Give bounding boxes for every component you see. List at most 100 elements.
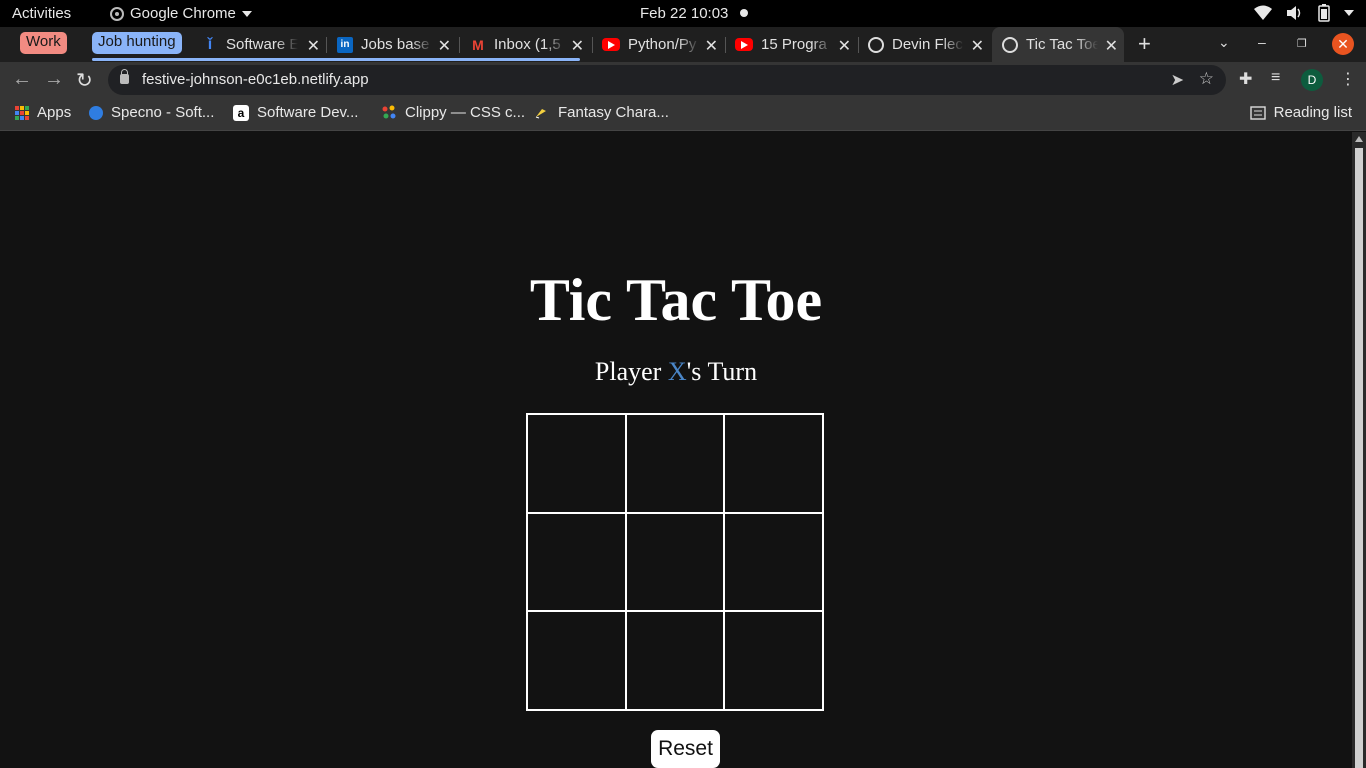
turn-suffix: 's Turn xyxy=(686,357,758,386)
reading-list-label: Reading list xyxy=(1273,104,1352,121)
tab-inbox[interactable]: M Inbox (1,5 ✕ xyxy=(470,27,590,62)
battery-icon xyxy=(1318,4,1330,22)
clippy-icon xyxy=(382,105,396,118)
lock-icon[interactable] xyxy=(120,69,129,84)
tab-title: Tic Tac Toe xyxy=(1026,36,1098,53)
tab-15-programming[interactable]: 15 Progra ✕ xyxy=(735,27,857,62)
clock[interactable]: Feb 22 10:03 xyxy=(640,5,728,22)
gmail-icon: M xyxy=(472,36,484,53)
close-tab-icon[interactable]: ✕ xyxy=(1105,36,1118,56)
tab-separator xyxy=(858,37,859,53)
notification-dot xyxy=(740,9,748,17)
bookmark-fantasy[interactable]: Fantasy Chara... xyxy=(534,104,669,121)
close-tab-icon[interactable]: ✕ xyxy=(571,36,584,56)
app-menu[interactable]: Google Chrome xyxy=(110,5,252,22)
tab-separator xyxy=(725,37,726,53)
tab-group-job-hunting[interactable]: Job hunting xyxy=(92,32,182,54)
minimize-button[interactable]: – xyxy=(1258,34,1266,50)
new-tab-button[interactable]: + xyxy=(1138,31,1151,57)
linkedin-icon: in xyxy=(337,36,353,53)
turn-prefix: Player xyxy=(594,357,668,386)
board-cell-5[interactable] xyxy=(625,512,725,612)
window-close-button[interactable]: ✕ xyxy=(1332,33,1354,55)
game-board xyxy=(526,413,824,711)
close-tab-icon[interactable]: ✕ xyxy=(971,36,984,56)
tab-separator xyxy=(459,37,460,53)
info-icon: ǐ xyxy=(207,35,213,53)
browser-toolbar: ← → ↻ festive-johnson-e0c1eb.netlify.app… xyxy=(0,62,1366,98)
board-cell-9[interactable] xyxy=(724,611,823,710)
bookmark-label: Fantasy Chara... xyxy=(558,104,669,121)
bookmark-label: Clippy — CSS c... xyxy=(405,104,526,121)
system-top-bar: Activities Google Chrome Feb 22 10:03 xyxy=(0,0,1366,27)
reload-button[interactable]: ↻ xyxy=(76,68,93,93)
bookmark-label: Apps xyxy=(37,104,72,121)
url-text[interactable]: festive-johnson-e0c1eb.netlify.app xyxy=(142,71,369,88)
system-tray[interactable] xyxy=(1254,4,1354,22)
tab-search-icon[interactable]: ⌄ xyxy=(1218,34,1230,51)
bookmark-apps[interactable]: Apps xyxy=(15,104,71,121)
globe-icon xyxy=(1002,36,1018,53)
app-menu-label: Google Chrome xyxy=(130,5,236,22)
address-bar[interactable]: festive-johnson-e0c1eb.netlify.app ➤ ☆ xyxy=(108,65,1226,95)
reading-list-button[interactable]: Reading list xyxy=(1249,104,1352,121)
tab-title: 15 Progra xyxy=(761,36,827,53)
bookmark-star-icon[interactable]: ☆ xyxy=(1199,69,1214,89)
profile-avatar[interactable]: D xyxy=(1301,69,1323,91)
tab-separator xyxy=(592,37,593,53)
board-cell-4[interactable] xyxy=(527,512,626,612)
restore-button[interactable]: ❐ xyxy=(1297,37,1307,50)
tab-title: Jobs base xyxy=(361,36,430,53)
chrome-icon xyxy=(110,6,124,21)
page-title: Tic Tac Toe xyxy=(529,267,823,333)
close-tab-icon[interactable]: ✕ xyxy=(705,36,718,56)
tab-software[interactable]: ǐ Software E ✕ xyxy=(202,27,326,62)
board-cell-8[interactable] xyxy=(625,611,725,710)
board-cell-3[interactable] xyxy=(724,414,823,513)
bookmark-clippy[interactable]: Clippy — CSS c... xyxy=(381,104,525,121)
board-cell-7[interactable] xyxy=(527,611,626,710)
tab-devin[interactable]: Devin Flec ✕ xyxy=(868,27,990,62)
tab-python[interactable]: Python/Py ✕ xyxy=(602,27,724,62)
tab-title: Inbox (1,5 xyxy=(494,36,561,53)
tab-tic-tac-toe[interactable]: Tic Tac Toe ✕ xyxy=(992,27,1124,62)
board-cell-6[interactable] xyxy=(724,512,823,612)
current-player: X xyxy=(667,357,687,386)
scrollbar-thumb[interactable] xyxy=(1355,148,1363,768)
media-queue-icon[interactable]: ≡ xyxy=(1271,69,1280,87)
system-menu-caret-icon xyxy=(1344,10,1354,16)
turn-indicator: Player X's Turn xyxy=(0,357,1352,387)
activities-button[interactable]: Activities xyxy=(12,5,71,22)
extensions-icon[interactable]: ✚ xyxy=(1239,69,1252,89)
close-tab-icon[interactable]: ✕ xyxy=(838,36,851,56)
caret-down-icon xyxy=(241,10,252,17)
fantasy-icon xyxy=(535,108,546,118)
reset-button[interactable]: Reset xyxy=(651,730,720,768)
scroll-up-arrow-icon[interactable] xyxy=(1355,136,1363,142)
bookmark-label: Specno - Soft... xyxy=(111,104,215,121)
tab-jobs[interactable]: in Jobs base ✕ xyxy=(337,27,457,62)
wifi-icon xyxy=(1254,5,1272,20)
youtube-icon xyxy=(735,38,753,51)
bookmark-specno[interactable]: Specno - Soft... xyxy=(89,104,214,121)
bookmarks-bar: Apps Specno - Soft... a Software Dev... … xyxy=(0,98,1366,131)
tab-title: Python/Py xyxy=(628,36,697,53)
board-cell-2[interactable] xyxy=(625,414,725,513)
back-button[interactable]: ← xyxy=(12,68,32,91)
page-scrollbar[interactable] xyxy=(1352,132,1366,768)
tab-separator xyxy=(326,37,327,53)
board-cell-1[interactable] xyxy=(527,414,626,513)
tab-group-work[interactable]: Work xyxy=(20,32,67,54)
apps-grid-icon xyxy=(15,105,29,120)
tab-title: Software E xyxy=(226,36,298,53)
youtube-icon xyxy=(602,38,620,51)
bookmark-label: Software Dev... xyxy=(257,104,359,121)
forward-button[interactable]: → xyxy=(44,68,64,91)
more-menu-icon[interactable]: ⋮ xyxy=(1340,69,1356,89)
bookmark-software-dev[interactable]: a Software Dev... xyxy=(233,104,358,121)
send-icon[interactable]: ➤ xyxy=(1171,70,1184,90)
close-tab-icon[interactable]: ✕ xyxy=(438,36,451,56)
close-tab-icon[interactable]: ✕ xyxy=(307,36,320,56)
amazon-icon: a xyxy=(233,104,249,121)
tab-title: Devin Flec xyxy=(892,36,963,53)
